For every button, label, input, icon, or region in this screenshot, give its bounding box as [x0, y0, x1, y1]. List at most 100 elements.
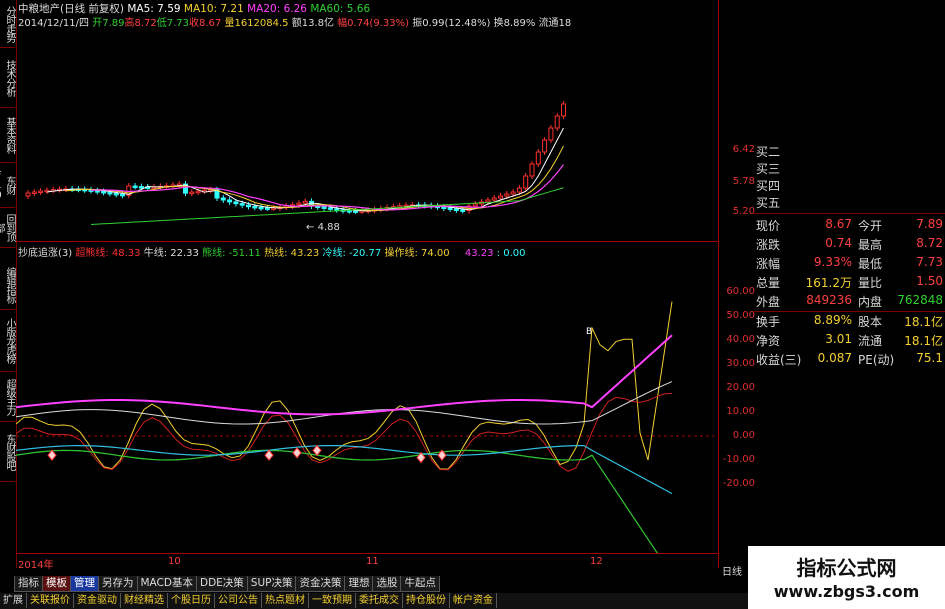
quote-label: 净资: [756, 334, 781, 348]
quote-value: 849236: [806, 293, 852, 307]
indicator-tick: -10.00: [722, 454, 755, 465]
candle: [529, 163, 535, 177]
tab-top[interactable]: 回到顶部: [0, 208, 15, 248]
candle: [252, 205, 258, 209]
price-low-label: ← 4.88: [306, 222, 340, 233]
quote-value: 9.33%: [813, 255, 852, 269]
quote-value: 1.50: [916, 274, 943, 288]
candle: [441, 206, 447, 210]
tab-intraday[interactable]: 分时走势: [0, 0, 15, 48]
quote-value: 3.01: [825, 332, 852, 346]
candle: [227, 199, 233, 203]
candle: [447, 207, 453, 211]
function-tab[interactable]: 公司公告: [215, 593, 262, 608]
quote-label: 总量: [756, 276, 781, 290]
quote-value: 762848: [897, 293, 943, 307]
quote-label: 流通: [858, 334, 883, 348]
quote-row: 涨幅 9.33% 最低 7.73: [754, 253, 945, 272]
indicator-tab[interactable]: 理想: [344, 576, 374, 592]
quote-label: 今开: [858, 219, 883, 233]
indicator-tab[interactable]: 另存为: [98, 576, 138, 592]
quote-row: 换手 8.89% 股本 18.1亿: [754, 311, 945, 330]
tab-f10[interactable]: 东财F10: [0, 163, 15, 208]
function-tab[interactable]: 关联报价: [27, 593, 74, 608]
candle: [561, 103, 566, 117]
candle: [485, 199, 491, 203]
indicator-tab[interactable]: MACD基本: [136, 576, 197, 592]
price-header-line2: 2014/12/11/四 开7.89高8.72低7.73收8.67 量16120…: [18, 14, 571, 29]
function-tab[interactable]: 帐户资金: [450, 593, 497, 608]
candle: [498, 195, 503, 199]
tab-fundamentals[interactable]: 基本资料: [0, 108, 15, 163]
tab-super-main[interactable]: 超级主力: [0, 372, 15, 422]
period-label[interactable]: 日线: [722, 563, 742, 578]
quote-row: 收益(三) 0.087 PE(动) 75.1: [754, 349, 945, 368]
quote-value: 8.89%: [813, 313, 852, 327]
quote-value: 0.087: [817, 351, 852, 365]
function-tab[interactable]: 一致预期: [309, 593, 356, 608]
indicator-tab[interactable]: 牛起点: [400, 576, 440, 592]
candle: [334, 208, 340, 211]
function-tab[interactable]: 持仓股份: [403, 593, 450, 608]
quote-row: 外盘 849236 内盘 762848: [754, 291, 945, 310]
indicator-tab[interactable]: 选股: [372, 576, 402, 592]
indicator-tick: 0.00: [732, 430, 755, 441]
date-tick: 2014年: [18, 560, 54, 571]
indicator-tick: 50.00: [726, 310, 755, 321]
candle: [516, 187, 522, 193]
quote-label: PE(动): [858, 353, 895, 367]
indicator-tab[interactable]: 模板: [42, 576, 71, 592]
candle: [239, 203, 245, 206]
indicator-chart[interactable]: B: [16, 256, 719, 553]
quote-value: 7.89: [916, 217, 943, 231]
candle: [472, 203, 478, 207]
function-tab[interactable]: 委托成交: [356, 593, 403, 608]
indicator-tick: 10.00: [726, 406, 755, 417]
indicator-tick: 20.00: [726, 382, 755, 393]
function-tab[interactable]: 资金驱动: [74, 593, 121, 608]
quote-value: 8.67: [825, 217, 852, 231]
candle: [542, 139, 548, 153]
indicator-tick: 60.00: [726, 286, 755, 297]
function-tab[interactable]: 财经精选: [121, 593, 168, 608]
candle: [220, 197, 226, 201]
indicator-tab[interactable]: 资金决策: [295, 576, 346, 592]
indicator-tab[interactable]: 管理: [70, 576, 99, 592]
quote-label: 换手: [756, 315, 781, 329]
candle: [460, 209, 466, 212]
indicator-tab[interactable]: SUP决策: [246, 576, 297, 592]
tab-stock-forum[interactable]: 东财股吧: [0, 422, 15, 482]
signal-marker: [264, 449, 274, 462]
date-tick: 12: [590, 556, 603, 567]
function-tab[interactable]: 个股日历: [168, 593, 215, 608]
indicator-tab[interactable]: DDE决策: [195, 576, 248, 592]
candle: [120, 193, 125, 197]
watermark-logo: 指标公式网 www.zbgs3.com: [748, 546, 945, 609]
indicator-tab[interactable]: 指标: [14, 576, 43, 592]
candle: [246, 204, 251, 208]
function-tab[interactable]: 扩展: [0, 593, 27, 608]
quote-value: 18.1亿: [904, 334, 943, 348]
candle: [453, 208, 459, 212]
quote-value: 8.72: [916, 236, 943, 250]
date-tick: 11: [366, 556, 379, 567]
candle: [132, 185, 138, 189]
quote-label: 涨幅: [756, 257, 781, 271]
tab-edit-indicator[interactable]: 编辑指标: [0, 260, 15, 310]
indicator-tick: 30.00: [726, 358, 755, 369]
price-tick: 5.78: [732, 176, 755, 187]
indicator-tab-bar: 指标 模板 管理 另存为 MACD基本 DDE决策 SUP决策 资金决策 理想 选股 牛起点: [14, 576, 714, 592]
tab-technical[interactable]: 技术分析: [0, 48, 15, 108]
quote-label: 量比: [858, 276, 883, 290]
candle: [233, 201, 239, 205]
price-chart[interactable]: [16, 28, 719, 241]
quote-row: 净资 3.01 流通 18.1亿: [754, 330, 945, 349]
candle: [189, 191, 195, 195]
candle: [523, 175, 529, 189]
function-tab[interactable]: 热点题材: [262, 593, 309, 608]
quote-panel: 买二 买三 买四 买五 现价 8.67 今开 7.89 涨跌 0.74 最高 8.72 涨幅 9.…: [754, 133, 945, 553]
tab-dragon-tiger[interactable]: 小版龙虎榜: [0, 310, 15, 372]
signal-marker: [292, 446, 302, 459]
quote-label: 外盘: [756, 295, 781, 309]
quote-label: 收益(三): [756, 353, 802, 367]
